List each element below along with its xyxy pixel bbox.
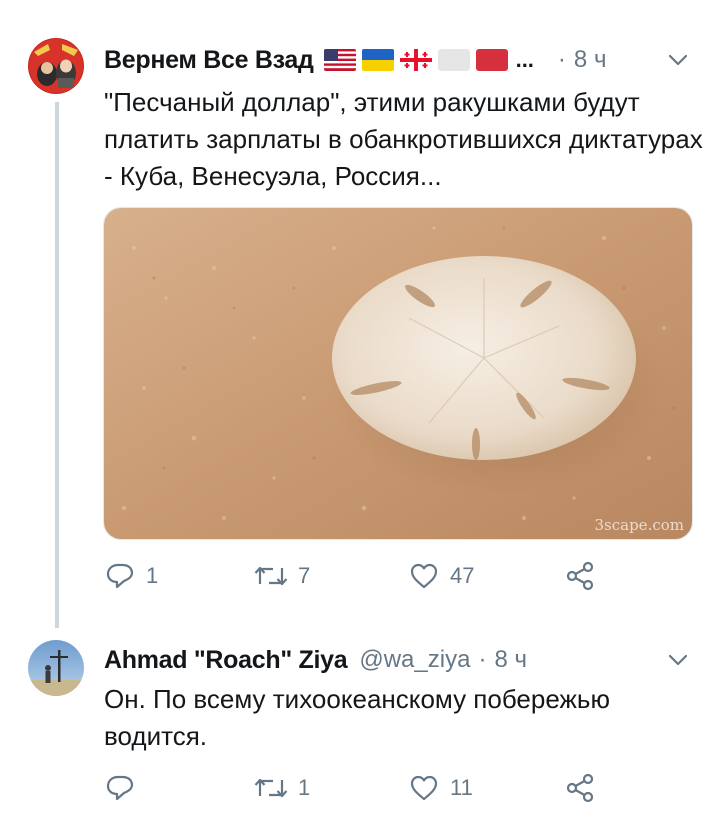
like-count: 47 [450, 563, 475, 588]
reply-icon [104, 772, 136, 804]
user-handle[interactable]: @wa_ziya [359, 646, 470, 674]
chevron-down-icon[interactable] [664, 46, 692, 74]
reply-button[interactable] [104, 768, 146, 808]
retweet-button[interactable]: 1 [254, 768, 310, 808]
share-button[interactable] [564, 556, 596, 596]
dot-separator: · [478, 646, 487, 673]
tweet-time[interactable]: 8 ч [494, 646, 527, 674]
tweet-actions: 1 7 47 [104, 556, 624, 596]
ukraine-flag-icon [361, 49, 394, 71]
dot-separator: · [557, 46, 566, 73]
tweet-actions: 1 11 [104, 768, 624, 808]
name-truncation: ... [515, 47, 534, 72]
display-name[interactable]: Ahmad "Roach" Ziya [104, 646, 348, 675]
reply-count: 1 [146, 563, 159, 588]
reply-button[interactable]: 1 [104, 556, 158, 596]
like-icon [408, 772, 440, 804]
avatar[interactable] [28, 38, 84, 94]
share-button[interactable] [564, 768, 596, 808]
like-icon [408, 560, 440, 592]
retweet-count: 1 [298, 775, 311, 800]
photo-watermark: 3scape.com [595, 516, 685, 534]
tweet-text: "Песчаный доллар", этими ракушками будут… [104, 87, 703, 191]
like-button[interactable]: 47 [408, 556, 474, 596]
chevron-down-icon[interactable] [664, 646, 692, 674]
reply-icon [104, 560, 136, 592]
retweet-icon [254, 772, 288, 804]
tweet-time[interactable]: 8 ч [574, 46, 607, 74]
tweet-text: Он. По всему тихоокеанскому побережью во… [104, 684, 610, 751]
share-icon [564, 772, 596, 804]
avatar[interactable] [28, 640, 84, 696]
us-flag-icon [323, 49, 356, 71]
share-icon [564, 560, 596, 592]
retweet-icon [254, 560, 288, 592]
white-flag-icon [437, 49, 470, 71]
display-name[interactable]: Вернем Все Взад [104, 46, 314, 75]
thread-connector [55, 102, 59, 628]
georgia-flag-icon [399, 49, 432, 71]
name-emoji-flags [323, 49, 514, 71]
tweet-header: Вернем Все Взад ... · 8 ч [104, 40, 606, 80]
retweet-button[interactable]: 7 [254, 556, 310, 596]
retweet-count: 7 [298, 563, 311, 588]
like-button[interactable]: 11 [408, 768, 473, 808]
like-count: 11 [450, 775, 473, 800]
tweet-header: Ahmad "Roach" Ziya @wa_ziya · 8 ч [104, 640, 527, 680]
tweet-photo[interactable]: 3scape.com [103, 207, 693, 540]
red-flag-icon [475, 49, 508, 71]
